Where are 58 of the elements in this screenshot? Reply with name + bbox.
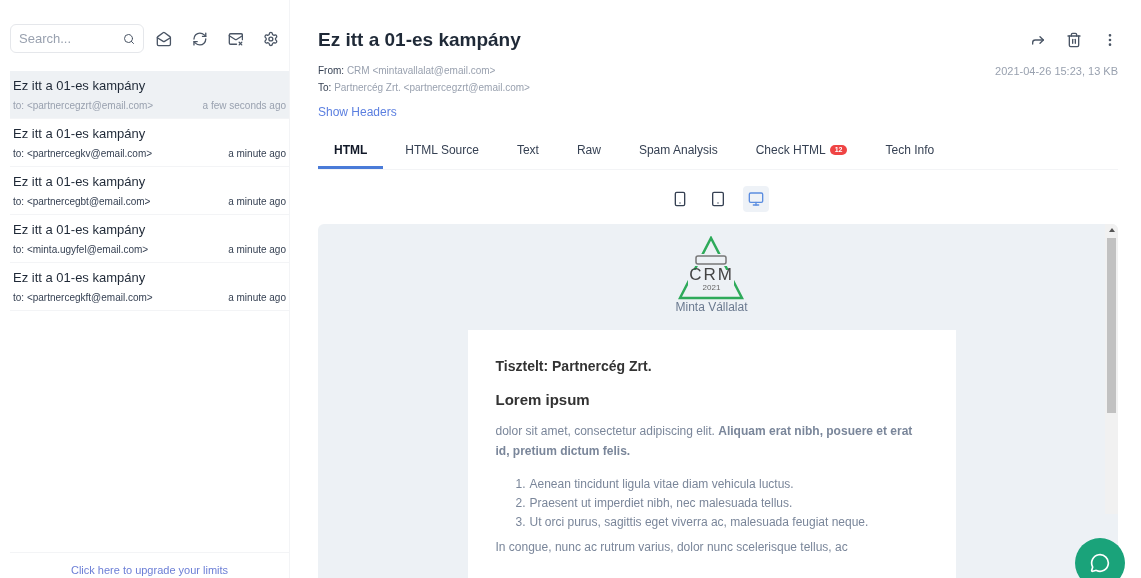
message-subject: Ez itt a 01-es kampány (13, 172, 147, 191)
message-time: a minute ago (228, 195, 286, 210)
search-field[interactable]: Search... (10, 24, 145, 53)
logo-drawing (678, 235, 745, 300)
to-line: To: Partnercég Zrt. <partnercegzrt@email.com> (318, 80, 530, 95)
tab[interactable]: Tech Info (869, 134, 951, 169)
email-greeting: Tisztelt: Partnercég Zrt. (495, 356, 653, 376)
from-line: From: CRM <mintavallalat@email.com> (318, 63, 497, 78)
message-item[interactable]: Ez itt a 01-es kampány to: <partnercegzrt@email.com> a few seconds ago (10, 71, 289, 119)
company-name: Minta Vállalat (675, 298, 748, 316)
tab[interactable]: Spam Analysis (622, 134, 734, 169)
email-paragraph: In congue, nunc ac rutrum varius, dolor nunc scelerisque tellus, ac (495, 539, 849, 556)
envelope-icon[interactable] (156, 30, 172, 47)
tab[interactable]: Text (500, 134, 555, 169)
refresh-icon[interactable] (191, 30, 208, 47)
list-item: Ut orci purus, sagittis eget viverra ac, malesuada feugiat neque. (529, 514, 869, 531)
message-recipient: to: <partnercegbt@email.com> (13, 195, 151, 210)
message-meta: 2021-04-26 15:23, 13 KB (995, 63, 1118, 79)
message-time: a minute ago (228, 243, 286, 258)
message-subject: Ez itt a 01-es kampány (13, 220, 147, 239)
list-item: Aenean tincidunt ligula vitae diam vehicula luctus. (529, 476, 794, 493)
list-number: 2. (515, 495, 526, 512)
tab[interactable]: HTML (318, 134, 384, 169)
message-time: a few seconds ago (202, 99, 286, 114)
logo-text: CRM (689, 265, 734, 283)
message-recipient: to: <partnercegzrt@email.com> (13, 99, 154, 114)
message-subject: Ez itt a 01-es kampány (13, 124, 147, 143)
scrollbar-thumb[interactable] (1107, 237, 1116, 413)
list-number: 3. (515, 514, 526, 531)
device-toggle[interactable] (743, 185, 769, 212)
mail-cross-icon[interactable] (227, 30, 244, 47)
message-recipient: to: <minta.ugyfel@email.com> (13, 243, 149, 258)
tab[interactable]: Raw (560, 134, 617, 169)
trash-icon[interactable] (1066, 32, 1082, 49)
chat-button[interactable] (1075, 538, 1125, 578)
settings-icon[interactable] (263, 30, 279, 47)
message-subject: Ez itt a 01-es kampány (13, 76, 147, 95)
show-headers-link[interactable]: Show Headers (318, 102, 397, 121)
message-time: a minute ago (228, 147, 286, 162)
list-number: 1. (515, 476, 526, 493)
desktop-icon (748, 190, 764, 207)
email-paragraph: dolor sit amet, consectetur adipiscing elit. Aliquam erat nibh, posuere et erat id, pretium dictum felis. (495, 423, 914, 460)
phone-icon (672, 190, 688, 207)
search-icon (123, 32, 136, 45)
chat-icon (1090, 553, 1110, 573)
message-subject: Ez itt a 01-es kampány (13, 268, 147, 287)
message-title: Ez itt a 01-es kampány (318, 28, 521, 52)
search-input[interactable]: Search... (19, 28, 119, 49)
message-recipient: to: <partnercegkv@email.com> (13, 147, 153, 162)
tab[interactable]: HTML Source (389, 134, 495, 169)
upgrade-link[interactable]: Click here to upgrade your limits (70, 561, 229, 578)
list-item: Praesent ut imperdiet nibh, nec malesuada tellus. (529, 495, 793, 512)
message-recipient: to: <partnercegkft@email.com> (13, 291, 153, 306)
message-time: a minute ago (228, 291, 286, 306)
logo-year: 2021 (702, 283, 721, 292)
scroll-up-icon[interactable] (1108, 227, 1115, 232)
tablet-icon (710, 190, 726, 207)
email-heading: Lorem ipsum (495, 389, 591, 410)
